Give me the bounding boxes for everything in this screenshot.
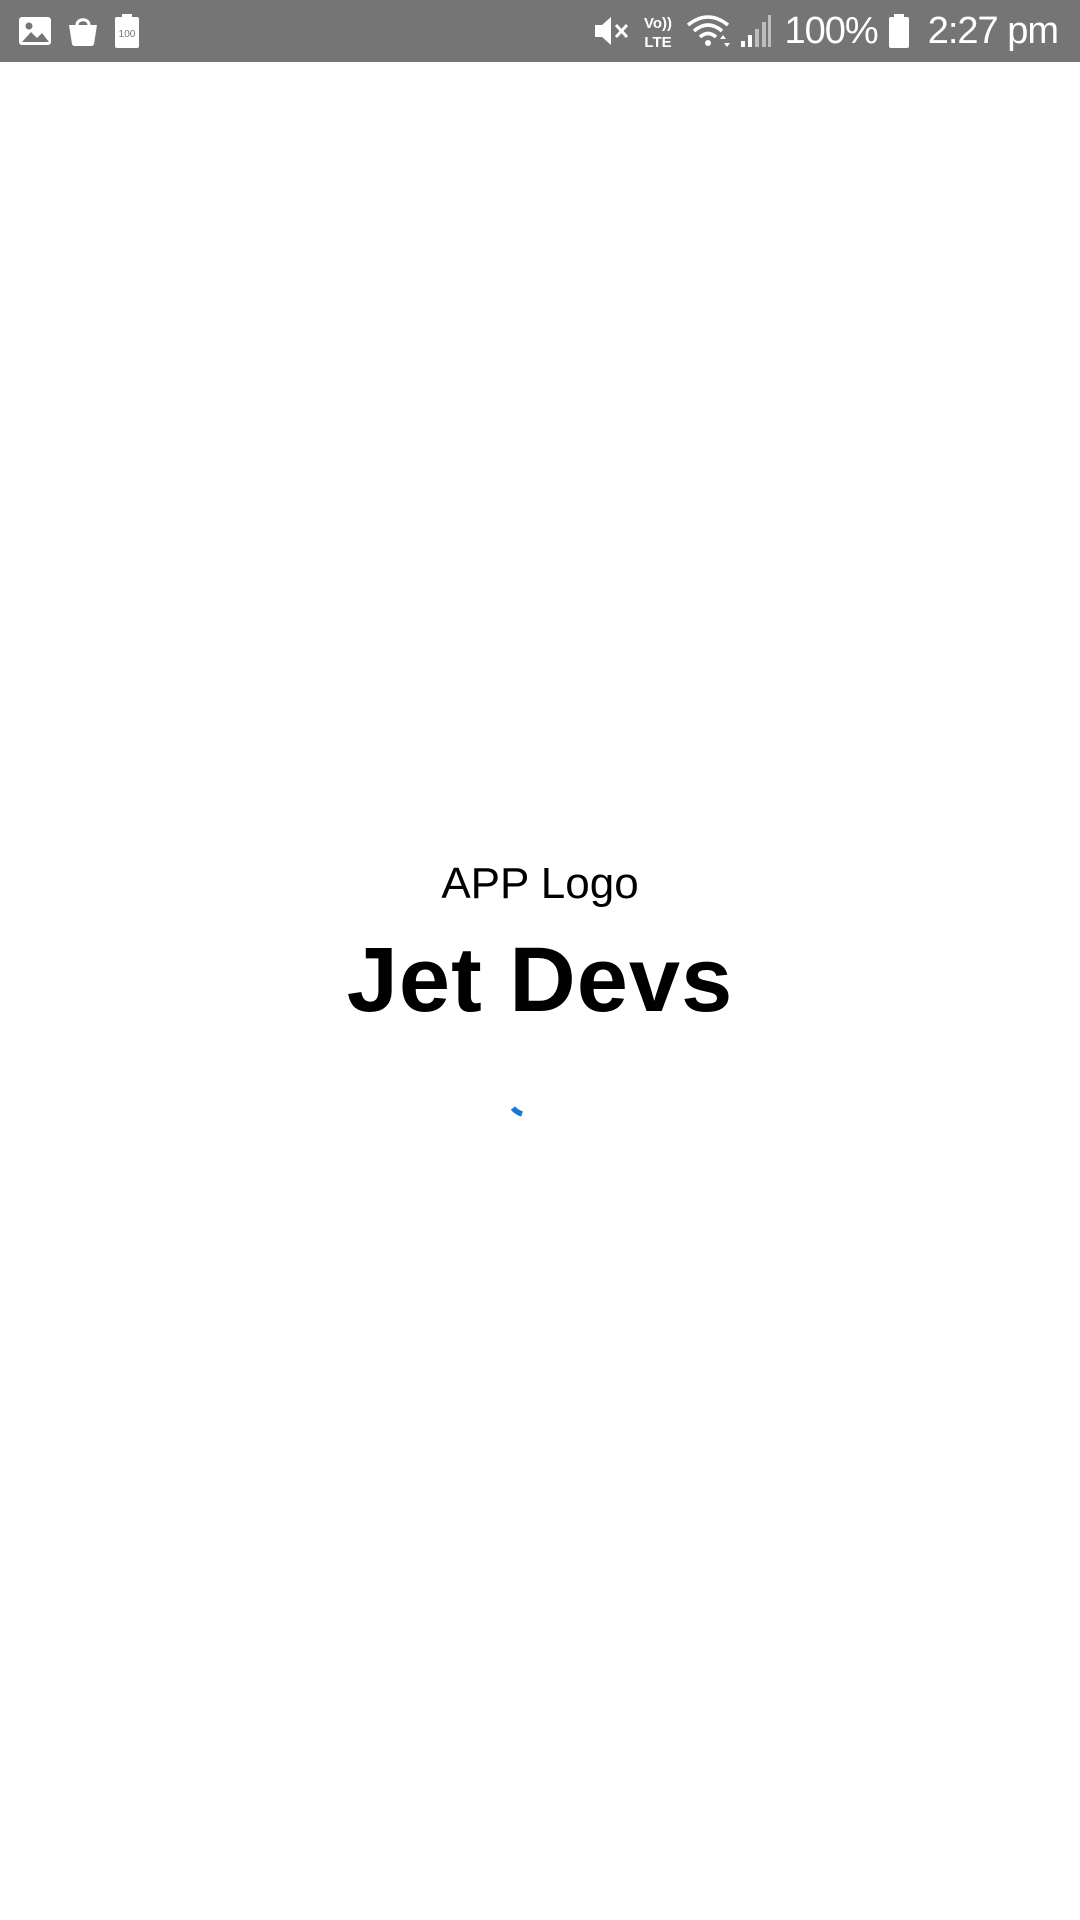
- splash-content: APP Logo Jet Devs: [0, 0, 1080, 1920]
- app-name: Jet Devs: [346, 929, 734, 1031]
- app-logo-placeholder: APP Logo: [441, 859, 639, 908]
- splash-screen: 100 Vo)) LTE 100% 2:27 pm APP Logo Jet D…: [0, 0, 1080, 1920]
- loading-spinner-icon: [510, 1106, 523, 1117]
